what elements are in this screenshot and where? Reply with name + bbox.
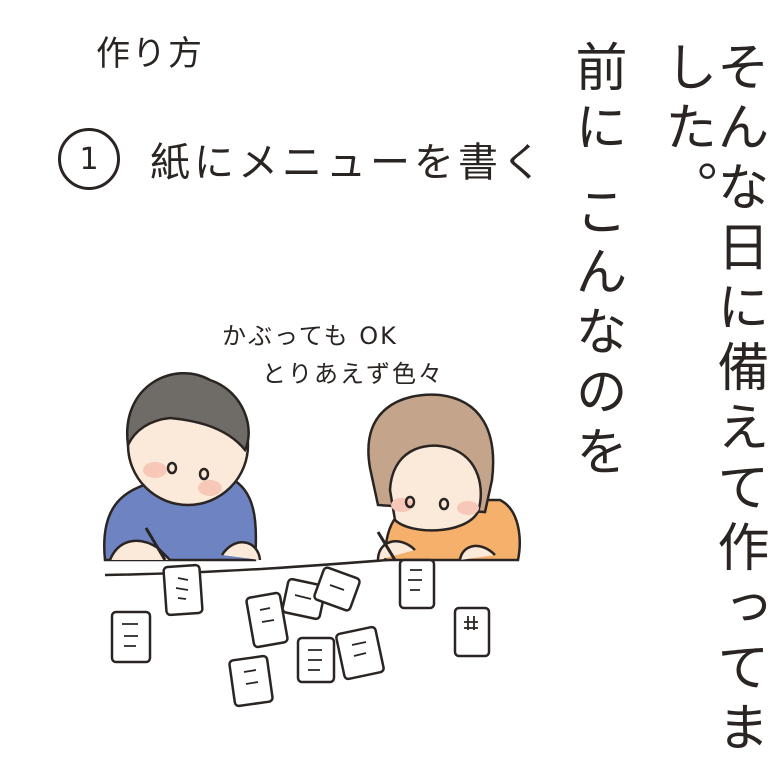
illustration (102, 371, 521, 708)
menu-cards (110, 558, 491, 708)
menu-card-8 (335, 625, 385, 681)
menu-card-4 (245, 591, 289, 649)
menu-card-2 (398, 558, 436, 610)
menu-card-3 (110, 610, 152, 664)
boy-figure (102, 371, 262, 562)
menu-card-9 (228, 654, 274, 708)
girl-cheek-right (457, 501, 479, 515)
menu-card-10 (453, 606, 491, 658)
girl-face (388, 444, 482, 532)
boy-cheek-right (198, 480, 222, 496)
manga-panel: 作り方 1 紙にメニューを書く そんな日に備えて作ってました。 前に こんなのを… (0, 0, 768, 768)
girl-figure (367, 393, 521, 562)
girl-cheek-left (391, 498, 413, 512)
boy-cheek-left (143, 462, 167, 478)
